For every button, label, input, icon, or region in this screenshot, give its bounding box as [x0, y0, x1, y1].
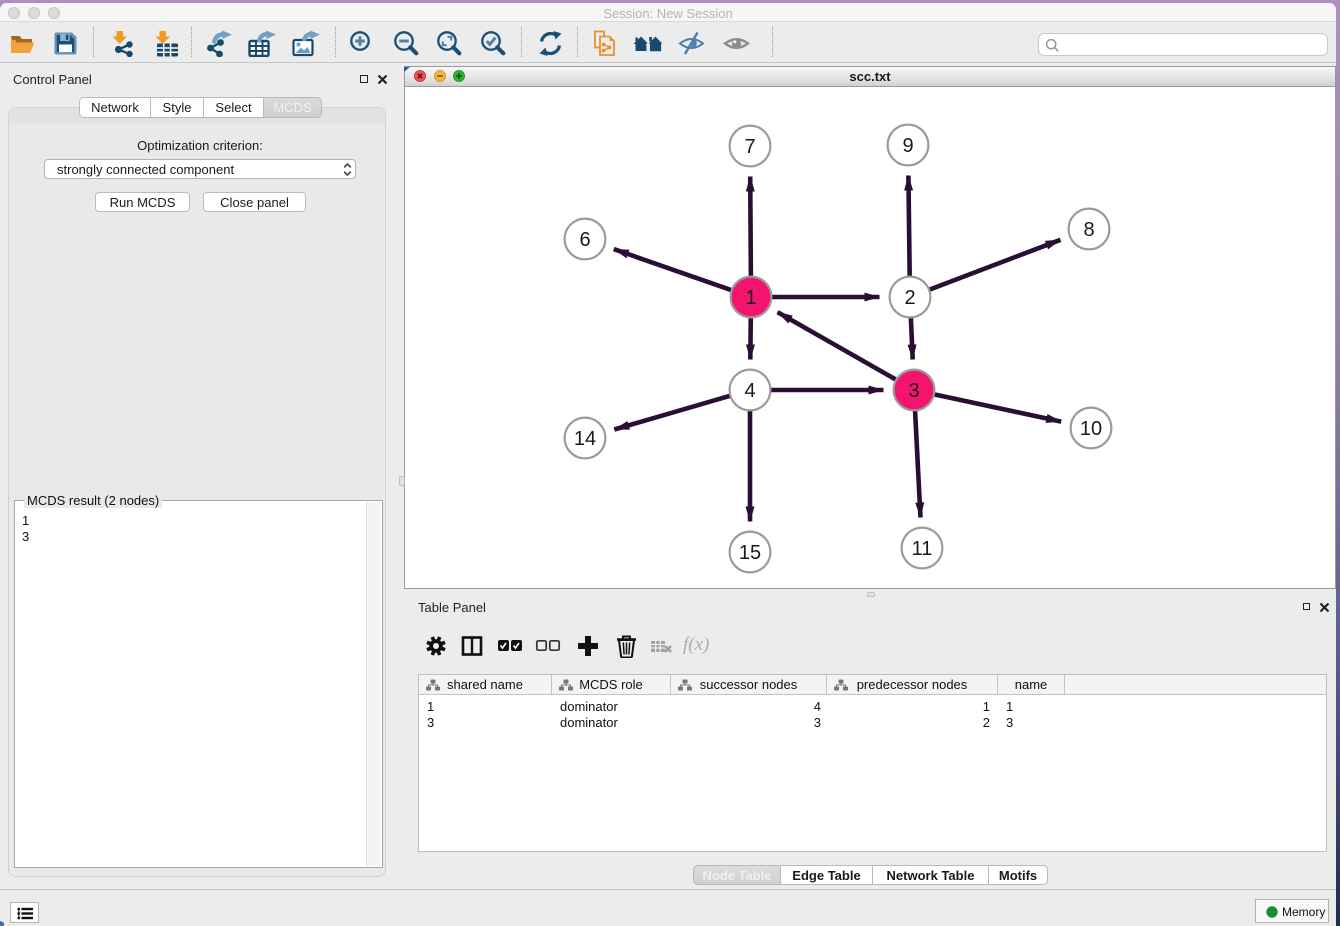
svg-text:2: 2 — [904, 287, 915, 309]
svg-text:15: 15 — [739, 542, 761, 564]
svg-text:11: 11 — [912, 538, 933, 560]
svg-text:8: 8 — [1083, 219, 1094, 241]
svg-text:6: 6 — [579, 229, 590, 251]
svg-text:9: 9 — [902, 135, 913, 157]
svg-text:4: 4 — [744, 380, 755, 402]
svg-text:1: 1 — [745, 287, 756, 309]
svg-text:3: 3 — [908, 380, 919, 402]
svg-text:7: 7 — [744, 136, 755, 158]
svg-text:10: 10 — [1080, 418, 1102, 440]
svg-text:14: 14 — [574, 428, 596, 450]
